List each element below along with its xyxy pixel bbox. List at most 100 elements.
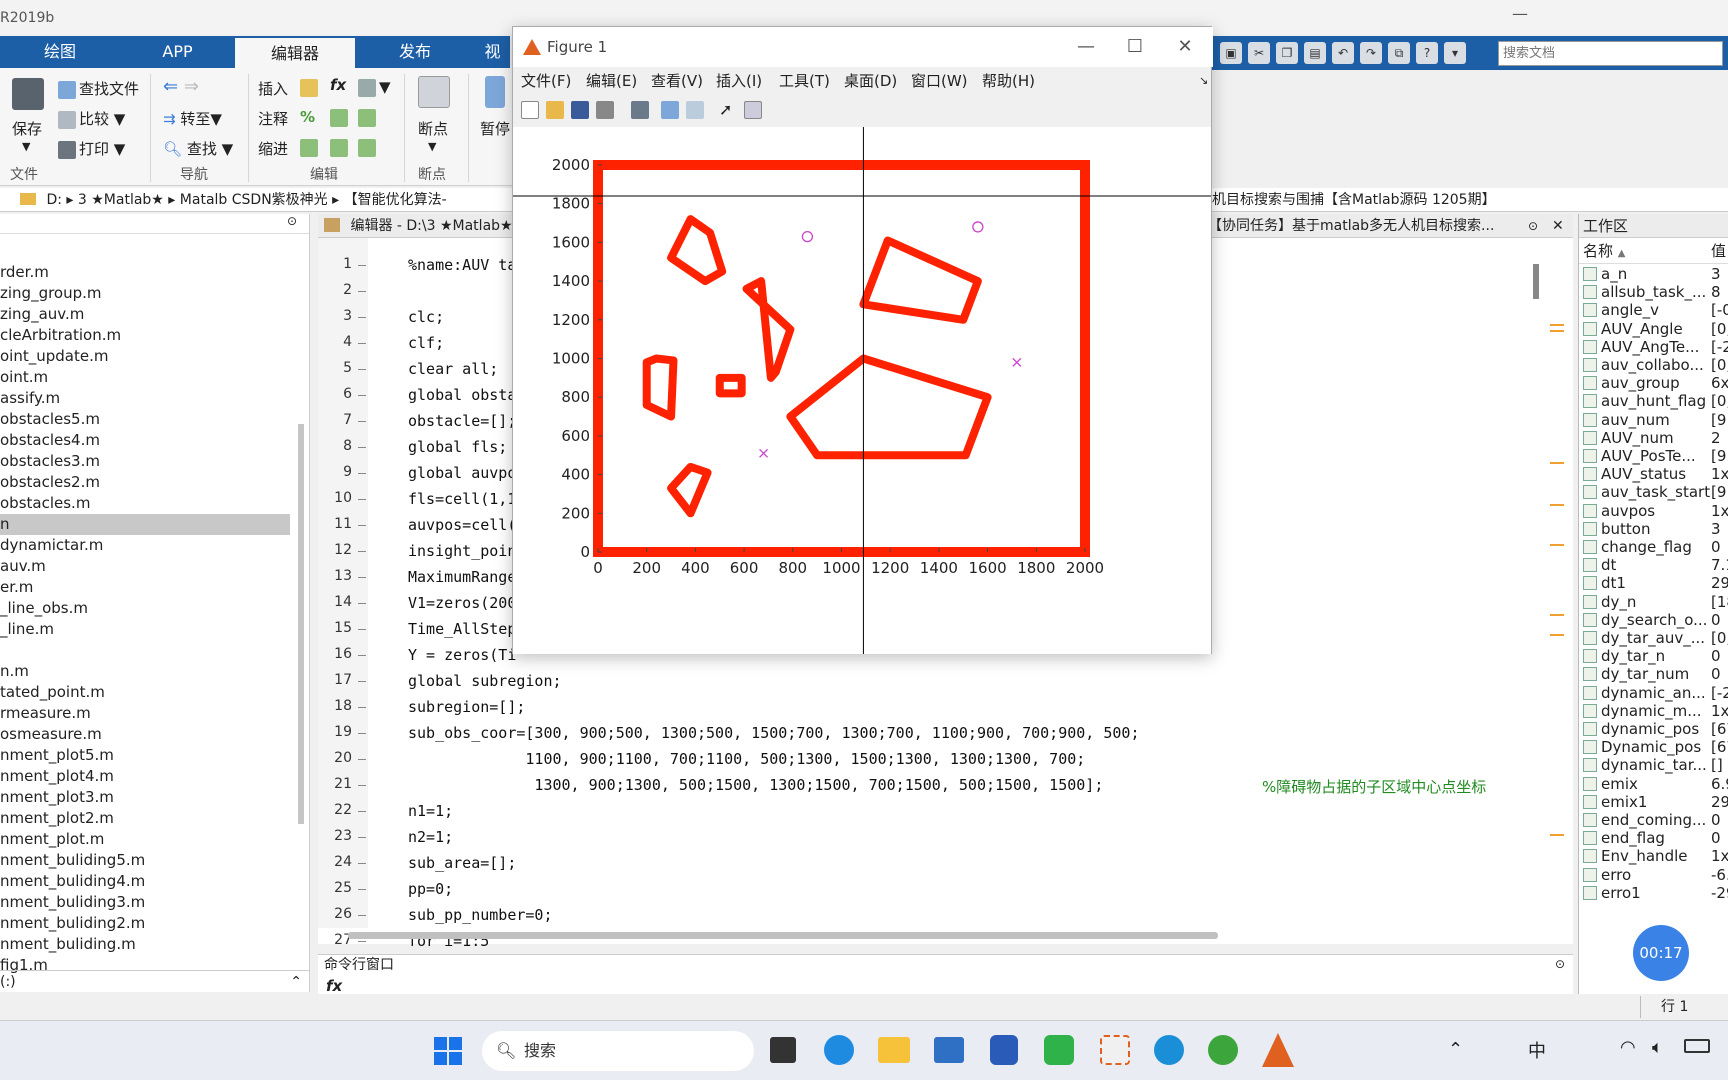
breakpoint-dash[interactable] bbox=[358, 317, 366, 318]
chevron-up-icon[interactable]: ⌃ bbox=[290, 971, 302, 993]
workspace-variable-row[interactable]: auv_hunt_flag[0; bbox=[1579, 391, 1728, 411]
file-list-item[interactable]: obstacles.m bbox=[0, 493, 290, 514]
workspace-variable-row[interactable]: dynamic_pos [67 bbox=[1579, 719, 1728, 739]
workspace-variable-row[interactable]: end_coming... 0 bbox=[1579, 810, 1728, 830]
code-line[interactable]: global subregion; bbox=[408, 672, 562, 690]
address-part[interactable]: Matalb CSDN紫极神光 bbox=[180, 192, 328, 208]
code-analyzer-mark[interactable] bbox=[1550, 834, 1564, 836]
workspace-variable-row[interactable]: a_n 3 bbox=[1579, 264, 1728, 284]
help-icon[interactable]: ? bbox=[1416, 42, 1438, 64]
file-list-item[interactable]: n.m bbox=[0, 661, 290, 682]
file-list-item[interactable]: n bbox=[0, 514, 290, 535]
workspace-variable-row[interactable]: dy_tar_num 0 bbox=[1579, 664, 1728, 684]
menu-view[interactable]: 查看(V) bbox=[651, 67, 703, 95]
code-analyzer-mark[interactable] bbox=[1550, 634, 1564, 636]
workspace-variable-row[interactable]: auvpos 1x bbox=[1579, 501, 1728, 521]
new-figure-icon[interactable] bbox=[521, 101, 539, 119]
breakpoint-dash[interactable] bbox=[358, 733, 366, 734]
file-list-item[interactable]: dynamictar.m bbox=[0, 535, 290, 556]
file-list-item[interactable]: cleArbitration.m bbox=[0, 325, 290, 346]
breakpoint-dash[interactable] bbox=[358, 577, 366, 578]
options-icon[interactable]: ▾ bbox=[1444, 42, 1466, 64]
code-line[interactable]: global obsta bbox=[408, 386, 516, 404]
value-column-header[interactable]: 值 bbox=[1711, 238, 1726, 264]
code-line[interactable]: global auvpo bbox=[408, 464, 516, 482]
workspace-variable-row[interactable]: auv_collabo... [0, bbox=[1579, 355, 1728, 375]
link-plot-icon[interactable] bbox=[631, 101, 649, 119]
breakpoint-dash[interactable] bbox=[358, 785, 366, 786]
code-line[interactable]: pp=0; bbox=[408, 880, 453, 898]
insert-button[interactable]: 插入 bbox=[258, 78, 288, 99]
editor-options-icon[interactable]: ⊙ bbox=[1528, 214, 1538, 238]
code-line[interactable]: fls=cell(1,1 bbox=[408, 490, 516, 508]
workspace-variable-row[interactable]: erro -6. bbox=[1579, 865, 1728, 885]
file-list-item[interactable]: assify.m bbox=[0, 388, 290, 409]
breakpoint-dash[interactable] bbox=[358, 941, 366, 942]
file-list-item[interactable]: obstacles2.m bbox=[0, 472, 290, 493]
code-analyzer-mark[interactable] bbox=[1550, 324, 1564, 326]
code-line[interactable]: Y = zeros(Ti bbox=[408, 646, 516, 664]
breakpoint-dash[interactable] bbox=[358, 291, 366, 292]
app-icon[interactable] bbox=[990, 1035, 1018, 1065]
figure-canvas[interactable]: 0 200 400 600 800 1000 1200 1400 1600 1800 2000 0 20… bbox=[513, 127, 1211, 654]
code-line[interactable]: MaximumRange bbox=[408, 568, 516, 586]
insert-function-icon[interactable]: fx bbox=[330, 76, 346, 94]
workspace-variable-row[interactable]: dy_tar_n 0 bbox=[1579, 646, 1728, 666]
code-line[interactable]: auvpos=cell( bbox=[408, 516, 516, 534]
menu-window[interactable]: 窗口(W) bbox=[911, 67, 968, 95]
workspace-variable-row[interactable]: emix1 29 bbox=[1579, 792, 1728, 812]
file-list-item[interactable]: rder.m bbox=[0, 262, 290, 283]
breakpoint-dash[interactable] bbox=[358, 343, 366, 344]
workspace-variable-row[interactable]: angle_v [-0 bbox=[1579, 300, 1728, 320]
print-figure-icon[interactable] bbox=[596, 101, 614, 119]
breakpoint-dash[interactable] bbox=[358, 395, 366, 396]
file-list-item[interactable]: _line_obs.m bbox=[0, 598, 290, 619]
save-icon[interactable] bbox=[12, 78, 44, 110]
start-icon[interactable] bbox=[434, 1037, 462, 1065]
breakpoint-dash[interactable] bbox=[358, 473, 366, 474]
code-analyzer-mark[interactable] bbox=[1550, 330, 1564, 332]
insert-section-icon[interactable] bbox=[300, 78, 321, 97]
minimize-button[interactable]: — bbox=[1512, 4, 1528, 23]
file-list-item[interactable]: rmeasure.m bbox=[0, 703, 290, 724]
snipping-tool-icon[interactable] bbox=[1100, 1035, 1130, 1065]
breakpoint-dash[interactable] bbox=[358, 525, 366, 526]
menu-insert[interactable]: 插入(I) bbox=[716, 67, 762, 95]
file-list-item[interactable]: oint.m bbox=[0, 367, 290, 388]
editor-horizontal-scrollbar[interactable] bbox=[348, 932, 1218, 939]
code-line[interactable]: sub_area=[]; bbox=[408, 854, 516, 872]
save-dropdown-icon[interactable]: ▼ bbox=[22, 140, 30, 153]
code-line[interactable]: insight_poin bbox=[408, 542, 516, 560]
tab-view[interactable]: 视 bbox=[475, 36, 510, 68]
breakpoint-dash[interactable] bbox=[358, 655, 366, 656]
close-icon[interactable]: ✕ bbox=[1165, 27, 1205, 67]
cut-icon[interactable]: ✂ bbox=[1248, 42, 1270, 64]
breakpoint-dash[interactable] bbox=[358, 915, 366, 916]
address-part[interactable]: 【智能优化算法- bbox=[344, 192, 447, 208]
increase-indent-icon[interactable] bbox=[358, 138, 379, 157]
browser-icon[interactable] bbox=[1154, 1035, 1184, 1065]
indent-button[interactable]: 缩进 bbox=[258, 138, 288, 159]
breakpoint-dash[interactable] bbox=[358, 889, 366, 890]
doc-search-input[interactable]: 搜索文档 bbox=[1498, 41, 1723, 66]
open-file-icon[interactable] bbox=[546, 101, 564, 119]
edge-icon[interactable] bbox=[824, 1035, 854, 1065]
breakpoint-dash[interactable] bbox=[358, 499, 366, 500]
file-list-item[interactable]: nment_buliding5.m bbox=[0, 850, 290, 871]
workspace-variable-row[interactable]: AUV_num 2 bbox=[1579, 428, 1728, 448]
file-list-item[interactable]: tated_point.m bbox=[0, 682, 290, 703]
chevron-up-icon[interactable]: ⌃ bbox=[1448, 1039, 1463, 1060]
file-list-item[interactable]: nment_buliding3.m bbox=[0, 892, 290, 913]
decrease-indent-icon[interactable] bbox=[330, 138, 351, 157]
workspace-variable-row[interactable]: emix 6.9 bbox=[1579, 774, 1728, 794]
breakpoint-dash[interactable] bbox=[358, 265, 366, 266]
find-files-button[interactable]: 查找文件 bbox=[58, 78, 139, 99]
file-list-item[interactable]: nment_plot4.m bbox=[0, 766, 290, 787]
paste-icon[interactable]: ▤ bbox=[1304, 42, 1326, 64]
workspace-variable-row[interactable]: AUV_PosTe... [9! bbox=[1579, 446, 1728, 466]
workspace-variable-row[interactable]: dy_search_o... 0 bbox=[1579, 610, 1728, 630]
code-line[interactable]: 1100, 900;1100, 700;1100, 500;1300, 1500… bbox=[408, 750, 1085, 768]
workspace-variable-row[interactable]: auv_group 6x bbox=[1579, 373, 1728, 393]
comment-button[interactable]: 注释 bbox=[258, 108, 288, 129]
menu-tools[interactable]: 工具(T) bbox=[779, 67, 830, 95]
